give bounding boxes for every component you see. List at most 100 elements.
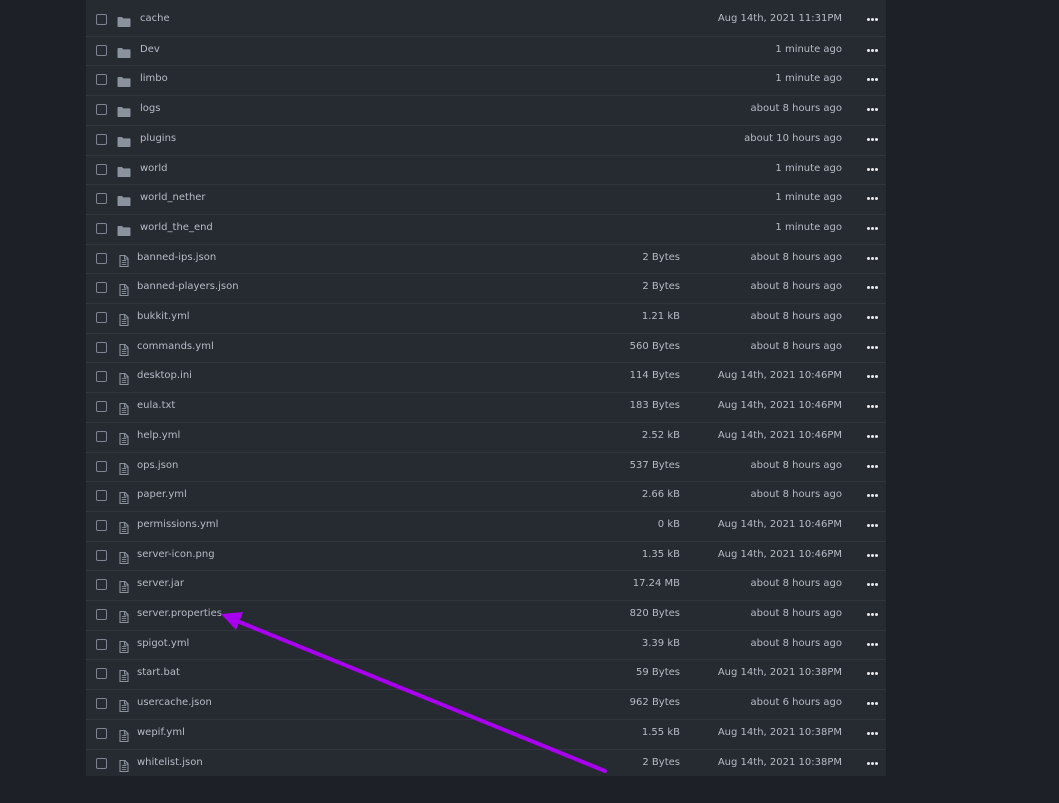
- file-row[interactable]: server.properties 820 Bytes about 8 hours …: [86, 600, 886, 629]
- more-options-icon[interactable]: [867, 251, 878, 265]
- folder-row[interactable]: cache Aug 14th, 2021 11:31PM: [86, 6, 886, 35]
- more-options-icon[interactable]: [867, 726, 878, 740]
- file-name[interactable]: Dev: [140, 44, 160, 56]
- file-name[interactable]: plugins: [140, 133, 176, 145]
- file-row[interactable]: whitelist.json 2 Bytes Aug 14th, 2021 10:3…: [86, 748, 886, 778]
- folder-row[interactable]: world_the_end 1 minute ago: [86, 213, 886, 243]
- more-options-icon[interactable]: [867, 459, 878, 473]
- more-options-icon[interactable]: [867, 637, 878, 651]
- folder-row[interactable]: world 1 minute ago: [86, 154, 886, 184]
- select-checkbox[interactable]: [96, 371, 107, 383]
- file-name[interactable]: eula.txt: [137, 400, 175, 412]
- select-checkbox[interactable]: [96, 460, 107, 472]
- folder-row[interactable]: plugins about 10 hours ago: [86, 124, 886, 154]
- more-options-icon[interactable]: [867, 666, 878, 680]
- file-name[interactable]: banned-players.json: [137, 281, 239, 293]
- select-checkbox[interactable]: [96, 193, 107, 205]
- file-name[interactable]: wepif.yml: [137, 727, 185, 739]
- select-checkbox[interactable]: [96, 163, 107, 175]
- file-name[interactable]: cache: [140, 13, 170, 25]
- file-name[interactable]: start.bat: [137, 667, 180, 679]
- file-row[interactable]: permissions.yml 0 kB Aug 14th, 2021 10:46P…: [86, 510, 886, 540]
- more-options-icon[interactable]: [867, 399, 878, 413]
- file-row[interactable]: server.jar 17.24 MB about 8 hours ago: [86, 570, 886, 599]
- more-options-icon[interactable]: [867, 369, 878, 383]
- more-options-icon[interactable]: [867, 488, 878, 502]
- select-checkbox[interactable]: [96, 490, 107, 502]
- more-options-icon[interactable]: [867, 607, 878, 621]
- file-row[interactable]: server-icon.png 1.35 kB Aug 14th, 2021 10:…: [86, 540, 886, 570]
- select-checkbox[interactable]: [96, 133, 107, 145]
- more-options-icon[interactable]: [867, 310, 878, 324]
- file-row[interactable]: help.yml 2.52 kB Aug 14th, 2021 10:46PM: [86, 421, 886, 451]
- file-name[interactable]: world: [140, 163, 168, 175]
- file-row[interactable]: ops.json 537 Bytes about 8 hours ago: [86, 451, 886, 481]
- file-name[interactable]: server-icon.png: [137, 549, 215, 561]
- select-checkbox[interactable]: [96, 549, 107, 561]
- more-options-icon[interactable]: [867, 12, 878, 26]
- select-checkbox[interactable]: [96, 698, 107, 710]
- select-checkbox[interactable]: [96, 609, 107, 620]
- file-name[interactable]: commands.yml: [137, 341, 214, 353]
- select-checkbox[interactable]: [96, 401, 107, 413]
- select-checkbox[interactable]: [96, 44, 107, 56]
- file-name[interactable]: ops.json: [137, 460, 178, 472]
- more-options-icon[interactable]: [867, 132, 878, 146]
- select-checkbox[interactable]: [96, 282, 107, 294]
- more-options-icon[interactable]: [867, 429, 878, 443]
- select-checkbox[interactable]: [96, 74, 107, 86]
- file-name[interactable]: usercache.json: [137, 697, 212, 709]
- file-name[interactable]: help.yml: [137, 430, 180, 442]
- file-name[interactable]: world_the_end: [140, 222, 213, 234]
- select-checkbox[interactable]: [96, 312, 107, 323]
- file-row[interactable]: eula.txt 183 Bytes Aug 14th, 2021 10:46PM: [86, 392, 886, 421]
- file-name[interactable]: spigot.yml: [137, 638, 189, 650]
- more-options-icon[interactable]: [867, 280, 878, 294]
- file-name[interactable]: banned-ips.json: [137, 252, 216, 264]
- file-name[interactable]: permissions.yml: [137, 519, 218, 531]
- more-options-icon[interactable]: [867, 340, 878, 354]
- select-checkbox[interactable]: [96, 668, 107, 680]
- file-row[interactable]: bukkit.yml 1.21 kB about 8 hours ago: [86, 303, 886, 332]
- more-options-icon[interactable]: [867, 756, 878, 770]
- more-options-icon[interactable]: [867, 696, 878, 710]
- select-checkbox[interactable]: [96, 579, 107, 591]
- file-name[interactable]: paper.yml: [137, 489, 187, 501]
- file-row[interactable]: paper.yml 2.66 kB about 8 hours ago: [86, 481, 886, 510]
- more-options-icon[interactable]: [867, 102, 878, 116]
- file-name[interactable]: bukkit.yml: [137, 311, 190, 323]
- folder-row[interactable]: world_nether 1 minute ago: [86, 184, 886, 213]
- file-row[interactable]: usercache.json 962 Bytes about 6 hours ago: [86, 689, 886, 718]
- more-options-icon[interactable]: [867, 191, 878, 205]
- file-row[interactable]: banned-ips.json 2 Bytes about 8 hours ago: [86, 243, 886, 273]
- file-row[interactable]: spigot.yml 3.39 kB about 8 hours ago: [86, 629, 886, 659]
- more-options-icon[interactable]: [867, 577, 878, 591]
- file-name[interactable]: server.properties: [137, 608, 222, 620]
- select-checkbox[interactable]: [96, 341, 107, 353]
- select-checkbox[interactable]: [96, 727, 107, 739]
- select-checkbox[interactable]: [96, 757, 107, 769]
- more-options-icon[interactable]: [867, 548, 878, 562]
- file-row[interactable]: desktop.ini 114 Bytes Aug 14th, 2021 10:46…: [86, 362, 886, 391]
- more-options-icon[interactable]: [867, 72, 878, 86]
- file-row[interactable]: banned-players.json 2 Bytes about 8 hours …: [86, 273, 886, 302]
- more-options-icon[interactable]: [867, 221, 878, 235]
- file-name[interactable]: desktop.ini: [137, 370, 192, 382]
- folder-row[interactable]: limbo 1 minute ago: [86, 65, 886, 94]
- select-checkbox[interactable]: [96, 104, 107, 116]
- file-row[interactable]: wepif.yml 1.55 kB Aug 14th, 2021 10:38PM: [86, 718, 886, 748]
- file-row[interactable]: start.bat 59 Bytes Aug 14th, 2021 10:38PM: [86, 659, 886, 688]
- select-checkbox[interactable]: [96, 638, 107, 650]
- more-options-icon[interactable]: [867, 162, 878, 176]
- file-row[interactable]: commands.yml 560 Bytes about 8 hours ago: [86, 332, 886, 362]
- select-checkbox[interactable]: [96, 222, 107, 234]
- file-name[interactable]: limbo: [140, 73, 168, 85]
- file-name[interactable]: world_nether: [140, 192, 206, 204]
- folder-row[interactable]: Dev 1 minute ago: [86, 35, 886, 65]
- more-options-icon[interactable]: [867, 43, 878, 57]
- more-options-icon[interactable]: [867, 518, 878, 532]
- select-checkbox[interactable]: [96, 14, 107, 25]
- file-name[interactable]: logs: [140, 103, 160, 115]
- select-checkbox[interactable]: [96, 252, 107, 264]
- select-checkbox[interactable]: [96, 430, 107, 442]
